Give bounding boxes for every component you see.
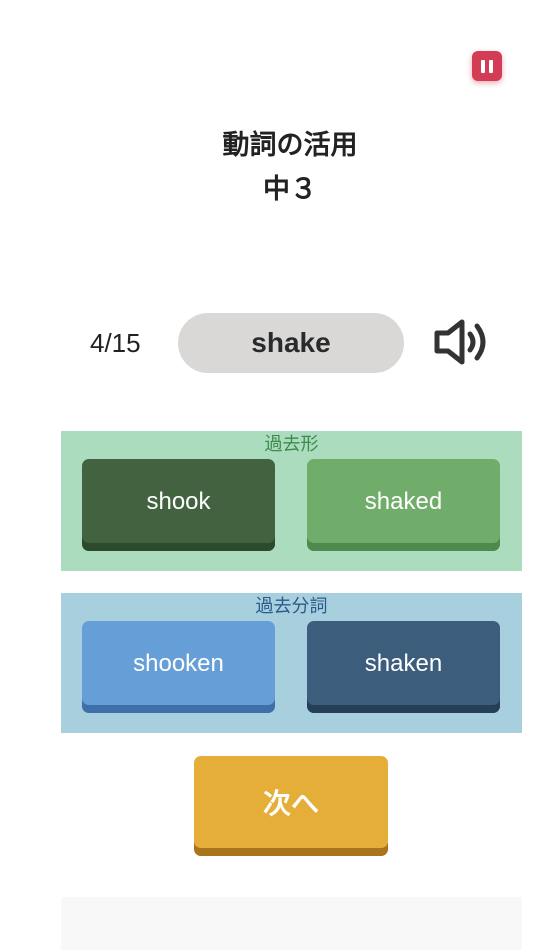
target-word: shake xyxy=(178,313,404,373)
past-participle-group: 過去分詞 shooken shaken xyxy=(61,593,522,733)
title-grade: 中３ xyxy=(263,174,317,205)
page-title: 動詞の活用 中３ xyxy=(0,124,534,212)
quiz-screen: 動詞の活用 中３ 4/15 shake 過去形 shook shaked 過去分… xyxy=(0,0,534,950)
choice-shaken-button[interactable]: shaken xyxy=(307,621,500,713)
title-topic: 動詞の活用 xyxy=(222,130,358,161)
past-tense-label: 過去形 xyxy=(264,434,319,455)
past-tense-group: 過去形 shook shaked xyxy=(61,431,522,571)
next-button[interactable]: 次へ xyxy=(194,756,388,856)
choice-shaked-button[interactable]: shaked xyxy=(307,459,500,551)
question-counter: 4/15 xyxy=(90,328,141,358)
past-participle-label: 過去分詞 xyxy=(255,596,328,617)
speaker-volume-icon[interactable] xyxy=(432,316,494,368)
choice-shook-button[interactable]: shook xyxy=(82,459,275,551)
pause-icon xyxy=(481,59,485,73)
pause-icon-bar xyxy=(489,59,493,73)
pause-button[interactable] xyxy=(472,51,502,81)
choice-shooken-button[interactable]: shooken xyxy=(82,621,275,713)
bottom-panel xyxy=(61,897,522,950)
